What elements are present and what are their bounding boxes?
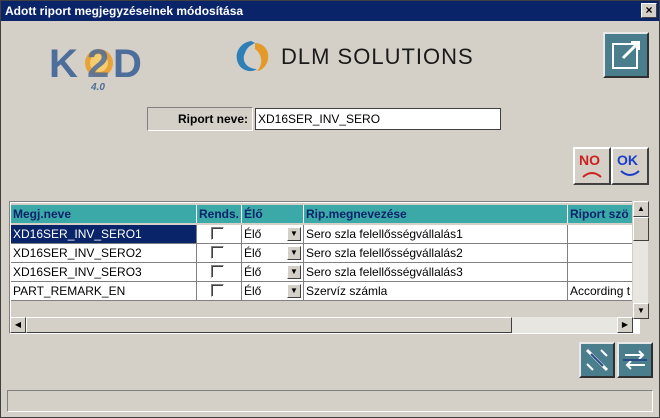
report-name-label: Riport neve: xyxy=(147,107,253,131)
svg-text:2: 2 xyxy=(87,42,109,86)
no-button[interactable]: NO xyxy=(573,147,611,185)
close-button[interactable]: × xyxy=(641,3,657,18)
status-value: Élő xyxy=(244,284,262,298)
swap-rows-button[interactable] xyxy=(617,342,653,378)
scroll-up-icon[interactable]: ▲ xyxy=(633,201,649,217)
scroll-left-icon[interactable]: ◀ xyxy=(10,317,26,333)
cell-name[interactable]: PART_REMARK_EN xyxy=(11,282,197,301)
swap-arrows-icon xyxy=(623,350,647,370)
cell-name[interactable]: XD16SER_INV_SERO3 xyxy=(11,263,197,282)
cell-name[interactable]: XD16SER_INV_SERO2 xyxy=(11,244,197,263)
column-header-name[interactable]: Megj.neve xyxy=(11,205,197,223)
vertical-scroll-thumb[interactable] xyxy=(633,217,649,241)
cell-report-text[interactable] xyxy=(568,244,639,263)
title-bar: Adott riport megjegyzéseinek módosítása … xyxy=(1,1,659,21)
cell-report-text[interactable] xyxy=(568,263,639,282)
edit-cancel-icon xyxy=(585,348,609,372)
scroll-down-icon[interactable]: ▼ xyxy=(633,303,649,319)
chevron-down-icon[interactable]: ▼ xyxy=(287,227,301,241)
order-checkbox[interactable] xyxy=(211,284,224,297)
cell-order[interactable] xyxy=(197,244,242,263)
cell-order[interactable] xyxy=(197,282,242,301)
sad-face-icon: NO xyxy=(579,152,602,178)
order-checkbox[interactable] xyxy=(211,246,224,259)
table-row[interactable]: XD16SER_INV_SERO1 Élő ▼ Sero szla felellő… xyxy=(11,225,639,244)
chevron-down-icon[interactable]: ▼ xyxy=(287,246,301,260)
cell-name[interactable]: XD16SER_INV_SERO1 xyxy=(11,225,197,244)
column-header-order[interactable]: Rends. xyxy=(197,205,242,223)
cell-title[interactable]: Sero szla felellősségvállalás3 xyxy=(304,263,568,282)
cell-status[interactable]: Élő ▼ xyxy=(242,225,304,244)
svg-text:K: K xyxy=(49,42,78,86)
k2d-logo: K 2 D 4.0 xyxy=(47,35,157,93)
column-header-report-text[interactable]: Riport szö xyxy=(568,205,639,223)
cell-status[interactable]: Élő ▼ xyxy=(242,263,304,282)
cell-report-text[interactable]: According t xyxy=(568,282,639,301)
no-label: NO xyxy=(579,152,600,168)
table-row[interactable]: XD16SER_INV_SERO2 Élő ▼ Sero szla felellő… xyxy=(11,244,639,263)
cell-title[interactable]: Sero szla felellősségvállalás1 xyxy=(304,225,568,244)
status-bar xyxy=(7,390,653,412)
report-name-row: Riport neve: XD16SER_INV_SERO xyxy=(147,107,501,131)
remarks-grid: Megj.neve Rends. Élő Rip.megnevezése Rip… xyxy=(9,201,640,334)
column-header-status[interactable]: Élő xyxy=(242,205,304,223)
grid-header: Megj.neve Rends. Élő Rip.megnevezése Rip… xyxy=(11,205,639,223)
cancel-edit-button[interactable] xyxy=(579,342,615,378)
chevron-down-icon[interactable]: ▼ xyxy=(287,284,301,298)
ok-label: OK xyxy=(617,152,638,168)
status-value: Élő xyxy=(244,265,262,279)
cell-status[interactable]: Élő ▼ xyxy=(242,282,304,301)
cell-title[interactable]: Szervíz számla xyxy=(304,282,568,301)
table-row[interactable]: XD16SER_INV_SERO3 Élő ▼ Sero szla felellő… xyxy=(11,263,639,282)
dlm-solutions-logo: DLM SOLUTIONS xyxy=(233,37,493,77)
horizontal-scrollbar[interactable]: ◀ ▶ xyxy=(10,317,633,333)
svg-text:D: D xyxy=(113,42,142,86)
status-value: Élő xyxy=(244,246,262,260)
report-name-field[interactable]: XD16SER_INV_SERO xyxy=(255,108,501,130)
cell-title[interactable]: Sero szla felellősségvállalás2 xyxy=(304,244,568,263)
cell-status[interactable]: Élő ▼ xyxy=(242,244,304,263)
grid-viewport: Megj.neve Rends. Élő Rip.megnevezése Rip… xyxy=(11,203,639,317)
column-header-title[interactable]: Rip.megnevezése xyxy=(304,205,568,223)
k2d-version: 4.0 xyxy=(90,82,105,93)
cell-order[interactable] xyxy=(197,263,242,282)
scroll-right-icon[interactable]: ▶ xyxy=(617,317,633,333)
smile-face-icon: OK xyxy=(617,152,640,176)
order-checkbox[interactable] xyxy=(211,265,224,278)
dialog-window: Adott riport megjegyzéseinek módosítása … xyxy=(0,0,660,418)
cell-order[interactable] xyxy=(197,225,242,244)
table-row[interactable]: PART_REMARK_EN Élő ▼ Szervíz számla Accor… xyxy=(11,282,639,301)
ok-button[interactable]: OK xyxy=(611,147,649,185)
window-title: Adott riport megjegyzéseinek módosítása xyxy=(5,4,244,18)
dlm-logo-text: DLM SOLUTIONS xyxy=(281,44,474,69)
edit-icon xyxy=(612,41,640,69)
edit-notes-button[interactable] xyxy=(603,32,649,78)
horizontal-scroll-thumb[interactable] xyxy=(26,317,512,333)
vertical-scrollbar[interactable]: ▲ ▼ xyxy=(632,201,649,319)
order-checkbox[interactable] xyxy=(211,227,224,240)
status-value: Élő xyxy=(244,227,262,241)
cell-report-text[interactable] xyxy=(568,225,639,244)
chevron-down-icon[interactable]: ▼ xyxy=(287,265,301,279)
